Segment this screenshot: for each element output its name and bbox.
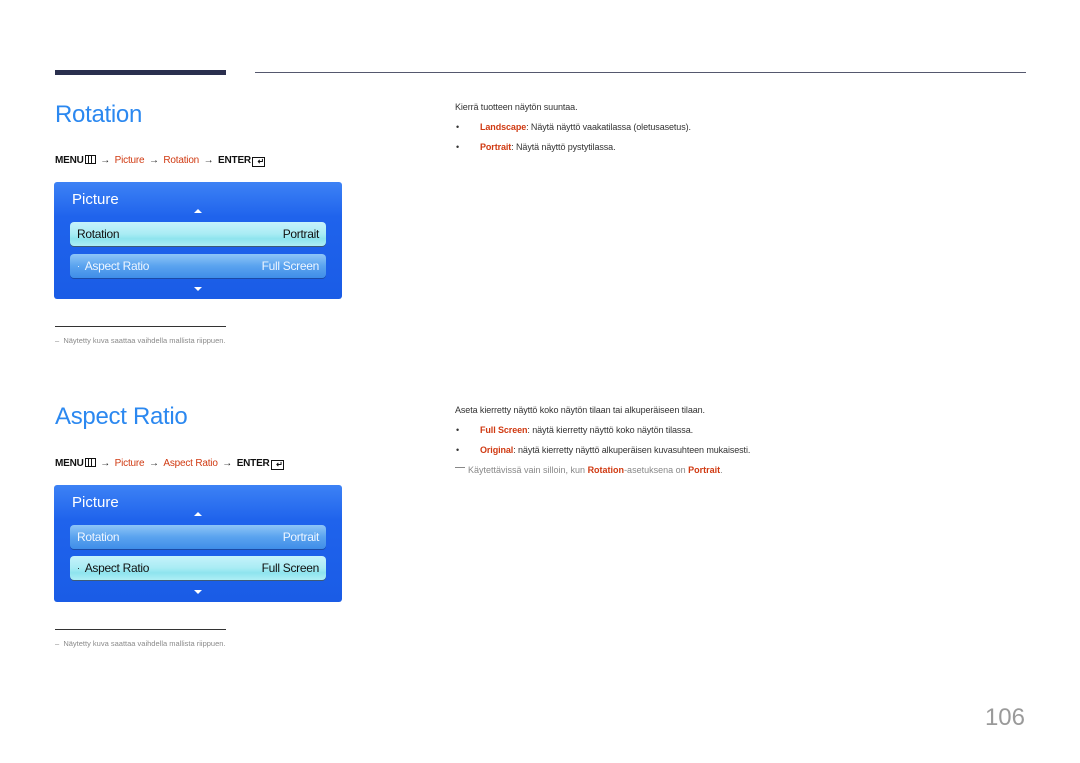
bullet-landscape: • Landscape: Näytä näyttö vaakatilassa (o…: [456, 122, 691, 132]
menu-icon: [84, 155, 96, 164]
scroll-up-icon[interactable]: [194, 512, 202, 516]
submenu-dot-icon: ·: [77, 563, 80, 573]
menu-row-aspect-ratio[interactable]: · Aspect Ratio Full Screen: [70, 556, 326, 580]
header-rule-thin: [255, 72, 1026, 73]
menu-row-value: Portrait: [282, 530, 320, 544]
menu-row-value: Full Screen: [261, 259, 320, 273]
menu-path-step-picture: Picture: [114, 155, 145, 166]
menu-label: MENU: [55, 458, 84, 469]
arrow-icon: →: [222, 458, 233, 469]
arrow-icon: →: [100, 155, 111, 166]
arrow-icon: →: [100, 458, 111, 469]
bullet-icon: •: [456, 142, 460, 152]
scroll-down-icon[interactable]: [194, 590, 202, 594]
footnote-rule: [55, 629, 226, 630]
aspect-ratio-description: Aseta kierretty näyttö koko näytön tilaa…: [455, 405, 705, 415]
picture-menu-panel-aspect-ratio: Picture Rotation Portrait · Aspect Ratio …: [54, 485, 342, 602]
panel-title: Picture: [72, 191, 119, 208]
panel-title: Picture: [72, 494, 119, 511]
menu-path-step-aspect-ratio: Aspect Ratio: [163, 458, 218, 469]
header-rule-thick: [55, 70, 226, 75]
bullet-icon: •: [456, 425, 460, 435]
enter-icon: ↵: [251, 157, 265, 167]
menu-row-aspect-ratio[interactable]: · Aspect Ratio Full Screen: [70, 254, 326, 278]
menu-row-rotation[interactable]: Rotation Portrait: [70, 525, 326, 549]
footnote-rotation: – Näytetty kuva saattaa vaihdella mallis…: [55, 336, 226, 345]
enter-label: ENTER: [218, 155, 251, 166]
arrow-icon: →: [148, 458, 159, 469]
section-title-rotation: Rotation: [55, 101, 142, 128]
bullet-full-screen: • Full Screen: näytä kierretty näyttö kok…: [456, 425, 694, 435]
rotation-description: Kierrä tuotteen näytön suuntaa.: [455, 102, 578, 112]
menu-row-label: Aspect Ratio: [84, 561, 150, 575]
enter-label: ENTER: [236, 458, 270, 469]
footnote-aspect-ratio: – Näytetty kuva saattaa vaihdella mallis…: [55, 639, 226, 648]
submenu-dot-icon: ·: [77, 261, 80, 271]
note-dash-icon: [455, 467, 465, 468]
menu-row-label: Aspect Ratio: [84, 259, 150, 273]
bullet-original: • Original: näytä kierretty näyttö alkupe…: [456, 445, 751, 455]
scroll-down-icon[interactable]: [194, 287, 202, 291]
menu-path-rotation: MENU → Picture → Rotation → ENTER ↵: [55, 155, 265, 167]
menu-row-label: Rotation: [77, 227, 120, 241]
arrow-icon: →: [148, 155, 159, 166]
menu-row-label: Rotation: [77, 530, 120, 544]
arrow-icon: →: [203, 155, 214, 166]
menu-row-rotation[interactable]: Rotation Portrait: [70, 222, 326, 246]
availability-note: Käytettävissä vain silloin, kun Rotation…: [455, 465, 723, 475]
menu-row-value: Full Screen: [261, 561, 320, 575]
footnote-rule: [55, 326, 226, 327]
menu-path-step-picture: Picture: [114, 458, 145, 469]
scroll-up-icon[interactable]: [194, 209, 202, 213]
menu-path-aspect-ratio: MENU → Picture → Aspect Ratio → ENTER ↵: [55, 458, 284, 470]
picture-menu-panel-rotation: Picture Rotation Portrait · Aspect Ratio …: [54, 182, 342, 299]
bullet-icon: •: [456, 445, 460, 455]
section-title-aspect-ratio: Aspect Ratio: [55, 403, 188, 430]
menu-label: MENU: [55, 155, 84, 166]
menu-path-step-rotation: Rotation: [163, 155, 200, 166]
bullet-icon: •: [456, 122, 460, 132]
menu-icon: [84, 458, 96, 467]
enter-icon: ↵: [270, 460, 284, 470]
page-number: 106: [984, 704, 1025, 731]
menu-row-value: Portrait: [282, 227, 320, 241]
bullet-portrait: • Portrait: Näytä näyttö pystytilassa.: [456, 142, 616, 152]
